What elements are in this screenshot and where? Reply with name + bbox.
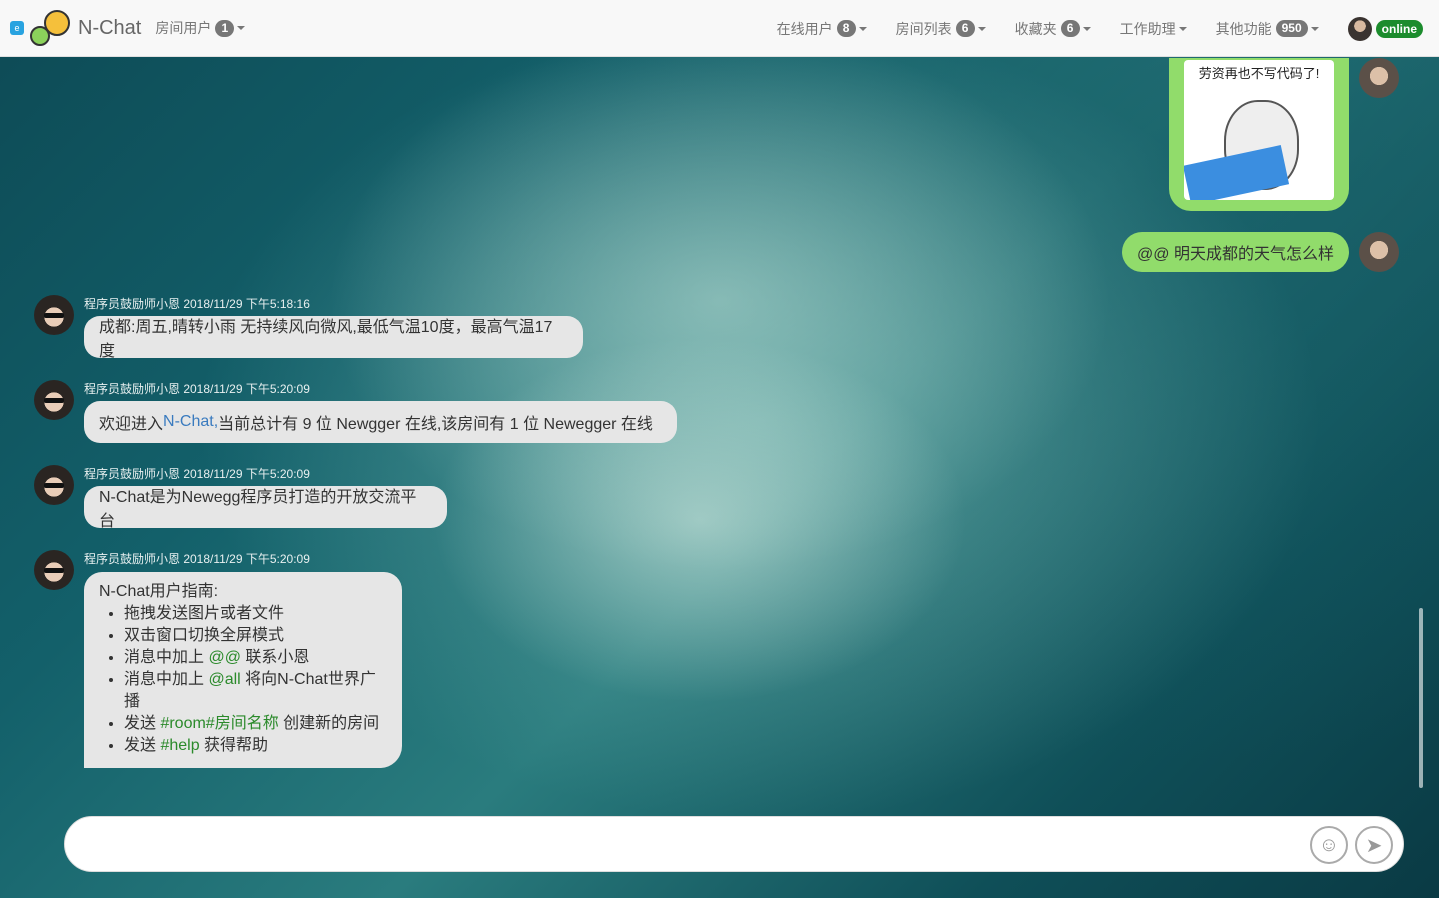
list-item: 消息中加上 @@ 联系小恩 bbox=[124, 647, 387, 669]
received-message-bubble: 欢迎进入 N-Chat, 当前总计有 9 位 Newgger 在线,该房间有 1… bbox=[84, 401, 677, 443]
message-input[interactable] bbox=[89, 827, 1289, 863]
other-features-dropdown[interactable]: 其他功能 950 bbox=[1216, 0, 1319, 57]
guide-item-text: 发送 bbox=[124, 715, 161, 732]
work-assistant-dropdown[interactable]: 工作助理 bbox=[1120, 0, 1187, 57]
guide-item-text: 消息中加上 bbox=[124, 649, 209, 666]
room-list-badge: 6 bbox=[955, 20, 975, 37]
online-users-dropdown[interactable]: 在线用户 8 bbox=[777, 0, 867, 57]
brand[interactable]: e N-Chat bbox=[0, 0, 155, 57]
room-users-label: 房间用户 bbox=[155, 20, 212, 36]
emoji-button[interactable]: ☺ bbox=[1310, 826, 1348, 864]
meme-paper-image bbox=[1184, 145, 1290, 200]
list-item: 发送 #help 获得帮助 bbox=[124, 735, 387, 757]
meme-image[interactable]: 劳资再也不写代码了! bbox=[1184, 60, 1334, 200]
message-meta: 程序员鼓励师小恩 2018/11/29 下午5:20:09 bbox=[84, 382, 310, 396]
room-list-label: 房间列表 bbox=[895, 20, 952, 37]
avatar[interactable] bbox=[34, 550, 74, 590]
guide-item-text: 创建新的房间 bbox=[278, 715, 380, 732]
favorites-dropdown[interactable]: 收藏夹 6 bbox=[1015, 0, 1091, 57]
message-text: N-Chat是为Newegg程序员打造的开放交流平台 bbox=[99, 489, 417, 530]
work-assistant-label: 工作助理 bbox=[1119, 20, 1176, 37]
guide-keyword: #room#房间名称 bbox=[160, 715, 279, 732]
chevron-down-icon bbox=[858, 26, 867, 31]
message-composer: ☺ ➤ bbox=[64, 816, 1404, 872]
avatar[interactable] bbox=[1359, 58, 1399, 98]
other-features-badge: 950 bbox=[1275, 20, 1308, 37]
image-message-bubble[interactable]: 劳资再也不写代码了! bbox=[1169, 58, 1349, 211]
message-text: 成都:周五,晴转小雨 无持续风向微风,最低气温10度，最高气温17度 bbox=[99, 319, 553, 360]
sent-message-text: @@ 明天成都的天气怎么样 bbox=[1137, 246, 1334, 263]
list-item: 双击窗口切换全屏模式 bbox=[124, 625, 387, 647]
browser-icon: e bbox=[10, 21, 24, 35]
online-users-badge: 8 bbox=[836, 20, 856, 37]
chevron-down-icon bbox=[977, 26, 986, 31]
room-users-badge: 1 bbox=[215, 19, 235, 37]
user-menu[interactable]: online bbox=[1347, 0, 1423, 57]
received-message-bubble: 成都:周五,晴转小雨 无持续风向微风,最低气温10度，最高气温17度 bbox=[84, 316, 583, 360]
list-item: 消息中加上 @all 将向N-Chat世界广播 bbox=[124, 669, 387, 713]
message-text-suffix: 当前总计有 9 位 Newgger 在线,该房间有 1 位 Newegger 在… bbox=[218, 416, 653, 433]
message-meta: 程序员鼓励师小恩 2018/11/29 下午5:20:09 bbox=[84, 552, 310, 566]
message-meta: 程序员鼓励师小恩 2018/11/29 下午5:20:09 bbox=[84, 467, 310, 481]
avatar[interactable] bbox=[34, 380, 74, 420]
chevron-down-icon bbox=[1310, 26, 1319, 31]
nchat-link[interactable]: N-Chat, bbox=[163, 413, 218, 431]
avatar[interactable] bbox=[34, 295, 74, 335]
sent-message-bubble: @@ 明天成都的天气怎么样 bbox=[1122, 232, 1349, 272]
received-message-bubble: N-Chat是为Newegg程序员打造的开放交流平台 bbox=[84, 486, 447, 530]
status-badge: online bbox=[1375, 19, 1423, 38]
message-meta: 程序员鼓励师小恩 2018/11/29 下午5:18:16 bbox=[84, 297, 310, 311]
app-title: N-Chat bbox=[78, 16, 142, 39]
room-list-dropdown[interactable]: 房间列表 6 bbox=[896, 0, 986, 57]
list-item: 拖拽发送图片或者文件 bbox=[124, 603, 387, 625]
favorites-label: 收藏夹 bbox=[1014, 20, 1057, 37]
scrollbar[interactable] bbox=[1419, 608, 1423, 788]
guide-keyword: @@ bbox=[208, 649, 241, 666]
chevron-down-icon bbox=[237, 26, 246, 30]
guide-item-text: 联系小恩 bbox=[240, 649, 310, 666]
message-text-prefix: 欢迎进入 bbox=[99, 416, 164, 433]
guide-keyword: #help bbox=[160, 737, 200, 754]
list-item: 发送 #room#房间名称 创建新的房间 bbox=[124, 713, 387, 735]
chevron-down-icon bbox=[1082, 26, 1091, 31]
guide-keyword: @all bbox=[208, 671, 241, 688]
chat-logo-icon bbox=[30, 8, 70, 48]
online-users-label: 在线用户 bbox=[776, 20, 833, 37]
guide-item-text: 拖拽发送图片或者文件 bbox=[124, 605, 285, 622]
guide-item-text: 发送 bbox=[124, 737, 161, 754]
avatar[interactable] bbox=[34, 465, 74, 505]
guide-list: 拖拽发送图片或者文件 双击窗口切换全屏模式 消息中加上 @@ 联系小恩 消息中加… bbox=[99, 603, 387, 757]
other-features-label: 其他功能 bbox=[1215, 20, 1272, 37]
guide-item-text: 双击窗口切换全屏模式 bbox=[124, 627, 285, 644]
paper-plane-icon: ➤ bbox=[1365, 834, 1383, 857]
navbar: e N-Chat 房间用户 1 在线用户 8 房间列表 6 收藏夹 6 工作助理… bbox=[0, 0, 1439, 57]
room-users-dropdown[interactable]: 房间用户 1 bbox=[155, 0, 246, 57]
avatar[interactable] bbox=[1359, 232, 1399, 272]
guide-item-text: 消息中加上 bbox=[124, 671, 209, 688]
guide-title: N-Chat用户指南: bbox=[99, 583, 219, 600]
user-avatar bbox=[1347, 16, 1372, 41]
guide-item-text: 获得帮助 bbox=[199, 737, 269, 754]
favorites-badge: 6 bbox=[1060, 20, 1080, 37]
send-button[interactable]: ➤ bbox=[1355, 826, 1393, 864]
meme-caption: 劳资再也不写代码了! bbox=[1198, 66, 1320, 81]
smiley-icon: ☺ bbox=[1318, 833, 1340, 856]
chevron-down-icon bbox=[1178, 26, 1187, 31]
user-guide-bubble: N-Chat用户指南: 拖拽发送图片或者文件 双击窗口切换全屏模式 消息中加上 … bbox=[84, 572, 402, 768]
